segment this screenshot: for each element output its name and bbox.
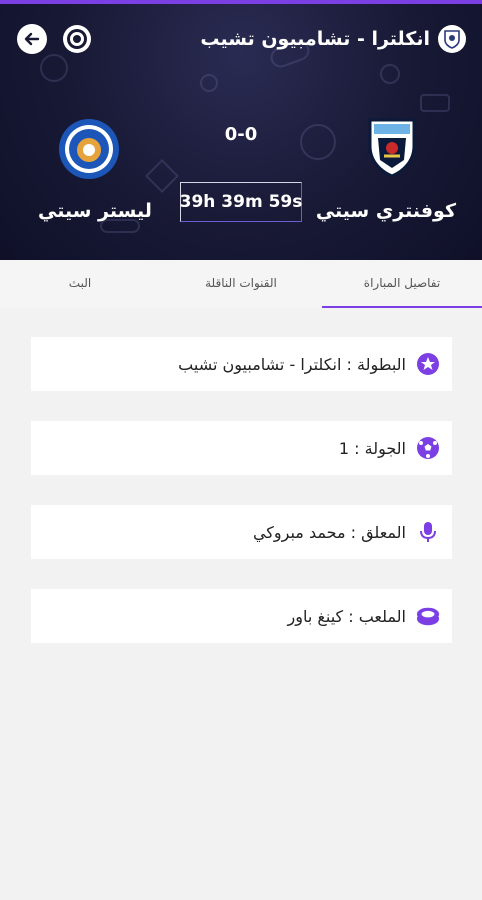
back-button[interactable] — [17, 24, 47, 54]
away-team-logo — [58, 118, 120, 180]
match-score: 0-0 — [224, 124, 258, 145]
away-team-name: ليستر سيتي — [38, 200, 152, 222]
league-title: انكلترا - تشامبيون تشيب — [200, 28, 430, 50]
kickoff-countdown: 39h 39m 59s — [180, 182, 302, 222]
match-header: انكلترا - تشامبيون تشيب 0-0 39h 39m 59s … — [0, 4, 482, 260]
background-doodle — [145, 159, 179, 193]
microphone-icon — [416, 520, 440, 544]
target-icon — [63, 25, 91, 53]
tab-channels[interactable]: القنوات الناقلة — [160, 260, 322, 308]
background-doodle — [200, 74, 218, 92]
tab-bar: تفاصيل المباراة القنوات الناقلة البث — [0, 260, 482, 308]
background-doodle — [420, 94, 450, 112]
soccer-ball-icon — [416, 436, 440, 460]
background-doodle — [380, 64, 400, 84]
soccer-ball-star-icon — [416, 352, 440, 376]
detail-card-stadium: الملعب : كينغ باور — [31, 589, 452, 643]
home-team-logo — [361, 116, 423, 178]
arrow-left-icon — [24, 32, 40, 46]
detail-card-league: البطولة : انكلترا - تشامبيون تشيب — [31, 337, 452, 391]
home-team-name: كوفنتري سيتي — [315, 200, 456, 222]
league-crest-icon — [444, 30, 460, 49]
detail-card-commentator: المعلق : محمد مبروكي — [31, 505, 452, 559]
notification-target-button[interactable] — [60, 22, 94, 56]
leicester-crest-icon — [59, 119, 119, 179]
coventry-crest-icon — [368, 118, 416, 178]
tab-stream[interactable]: البث — [0, 260, 160, 308]
tab-match-details[interactable]: تفاصيل المباراة — [322, 260, 482, 308]
detail-round-text: الجولة : 1 — [338, 438, 406, 458]
detail-commentator-text: المعلق : محمد مبروكي — [252, 522, 406, 542]
league-logo — [438, 25, 466, 53]
detail-stadium-text: الملعب : كينغ باور — [287, 606, 406, 626]
background-doodle — [300, 124, 336, 160]
background-doodle — [40, 54, 68, 82]
detail-card-round: الجولة : 1 — [31, 421, 452, 475]
detail-league-text: البطولة : انكلترا - تشامبيون تشيب — [178, 354, 406, 374]
stadium-icon — [416, 604, 440, 628]
